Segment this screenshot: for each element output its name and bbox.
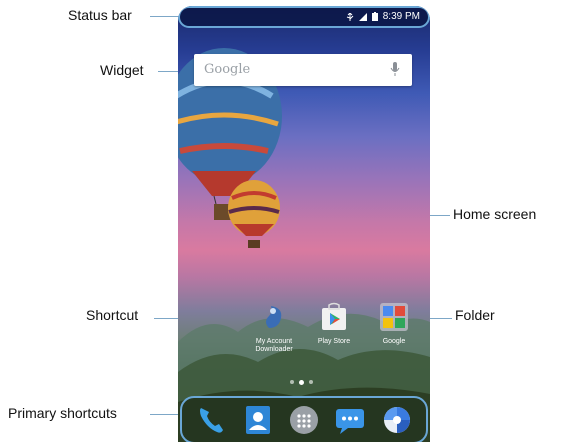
status-bar-leader — [150, 16, 180, 17]
signal-icon — [358, 12, 367, 21]
primary-shortcuts-dock — [180, 396, 428, 442]
phone-screen: 8:39 PM Google My Account Downloader Pla… — [178, 6, 430, 442]
app-label: My Account — [255, 338, 293, 345]
browser-icon[interactable] — [381, 404, 413, 436]
mic-icon[interactable] — [390, 62, 400, 77]
page-dot-active — [299, 379, 304, 385]
folder-callout: Folder — [455, 307, 495, 323]
primary-shortcuts-callout: Primary shortcuts — [8, 405, 117, 421]
google-search-widget[interactable]: Google — [194, 54, 412, 86]
app-label: Play Store — [317, 338, 351, 345]
usb-icon — [346, 12, 354, 21]
battery-icon — [371, 12, 378, 21]
play-store-shortcut[interactable]: Play Store — [306, 302, 362, 346]
page-dot — [309, 380, 313, 384]
google-folder[interactable]: Google — [366, 302, 422, 346]
google-folder-icon — [380, 303, 408, 331]
my-account-downloader-shortcut[interactable]: My Account Downloader — [246, 302, 302, 354]
app-label: Google — [382, 338, 406, 345]
home-screen-callout: Home screen — [453, 206, 537, 222]
status-bar: 8:39 PM — [178, 6, 430, 28]
shortcut-callout: Shortcut — [86, 307, 139, 323]
app-label: Downloader — [255, 346, 293, 353]
widget-callout: Widget — [100, 62, 144, 78]
play-store-icon — [322, 302, 346, 330]
app-drawer-icon[interactable] — [288, 404, 320, 436]
messages-icon[interactable] — [334, 404, 366, 436]
phone-icon[interactable] — [195, 404, 227, 436]
page-dot — [290, 380, 294, 384]
status-time: 8:39 PM — [382, 11, 420, 22]
contacts-icon[interactable] — [242, 404, 274, 436]
my-account-icon — [266, 306, 282, 328]
hot-air-balloon-small — [228, 180, 280, 248]
page-indicator — [290, 379, 313, 385]
primary-shortcuts-leader — [150, 414, 180, 415]
search-placeholder: Google — [204, 62, 251, 77]
status-bar-callout: Status bar — [68, 7, 132, 23]
